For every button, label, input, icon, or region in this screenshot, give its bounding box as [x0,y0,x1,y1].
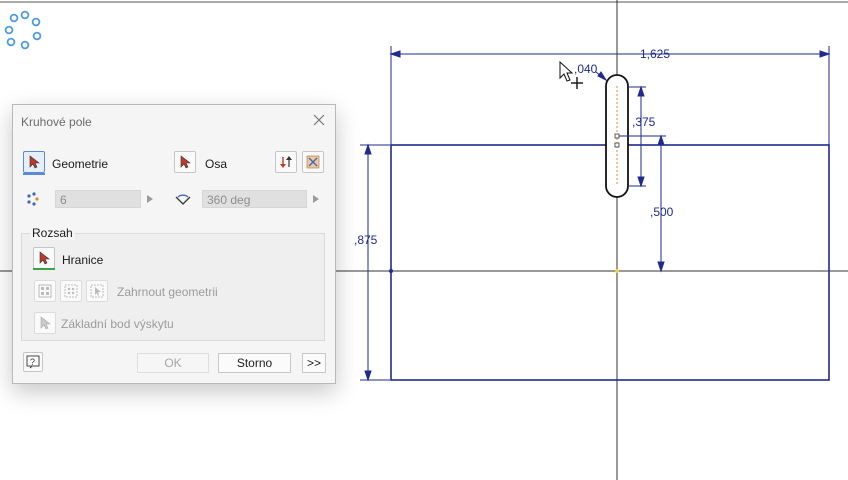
busy-spinner-icon [4,10,42,50]
more-options-button[interactable]: >> [302,353,326,373]
associative-button[interactable] [302,151,324,173]
geometry-select-button[interactable] [23,151,45,173]
angle-expand-arrow-icon[interactable] [313,195,319,203]
dimension-offset-label[interactable]: ,500 [650,205,674,219]
include-select-button[interactable] [86,280,108,302]
flip-direction-icon [280,156,292,168]
ok-button[interactable]: OK [137,353,209,373]
slot-point-marker[interactable] [614,133,620,139]
close-icon[interactable] [311,112,327,128]
rect-left-midpoint[interactable] [389,269,393,273]
boundary-select-button[interactable] [33,247,55,269]
cancel-button[interactable]: Storno [218,353,291,373]
slot-point-marker-2[interactable] [614,142,620,148]
dialog-title: Kruhové pole [21,115,92,129]
associative-icon [306,155,320,169]
flip-direction-button[interactable] [275,151,297,173]
select-arrow-icon [29,155,40,169]
dimension-slot-width-label[interactable]: ,040 [574,62,598,76]
grid-select-icon [38,284,52,298]
select-arrow-icon [180,155,191,169]
dimension-width-total-label[interactable]: 1,625 [640,47,670,61]
dimension-slot-width[interactable] [595,71,608,82]
pick-select-icon [90,284,104,298]
boundary-label: Hranice [62,253,104,267]
dimension-height-total-label[interactable]: ,875 [354,233,378,247]
active-indicator [23,173,45,175]
axis-label: Osa [205,157,228,171]
axis-select-button[interactable] [174,151,196,173]
select-arrow-icon [39,251,50,265]
count-expand-arrow-icon[interactable] [147,195,153,203]
crossing-select-icon [64,284,78,298]
boundary-indicator [33,268,55,270]
select-arrow-icon [40,316,51,330]
range-group-title: Rozsah [30,226,75,240]
include-all-button[interactable] [34,280,56,302]
origin-point[interactable] [615,269,619,273]
angle-icon [174,191,192,207]
help-icon: ? [26,355,40,369]
svg-text:?: ? [30,357,35,367]
count-field[interactable]: 6 [55,190,141,208]
include-geometry-label: Zahrnout geometrii [117,285,218,299]
dimension-slot-length-label[interactable]: ,375 [632,115,656,129]
circular-pattern-dialog[interactable]: Kruhové pole Geometrie Osa 6 360 deg Roz… [12,104,336,384]
help-button[interactable]: ? [23,352,43,372]
geometry-label: Geometrie [52,157,109,171]
base-point-button[interactable] [34,312,56,334]
count-icon [25,191,41,207]
base-point-label: Základní bod výskytu [61,317,174,331]
dimension-height-total[interactable] [360,143,390,382]
include-crossing-button[interactable] [60,280,82,302]
angle-field[interactable]: 360 deg [202,190,307,208]
